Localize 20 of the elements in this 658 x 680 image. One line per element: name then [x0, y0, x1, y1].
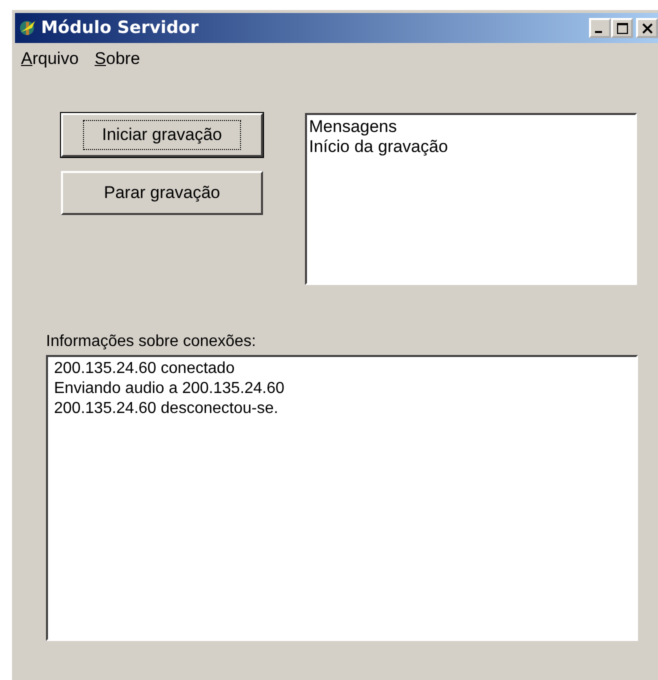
connections-label: Informações sobre conexões:: [46, 333, 257, 351]
message-line: Início da gravação: [309, 137, 449, 157]
action-button[interactable]: Parar gravação: [61, 171, 263, 215]
minimize-button[interactable]: [589, 18, 611, 38]
close-button[interactable]: [636, 18, 658, 38]
maximize-icon: [616, 22, 628, 34]
minimize-icon: [595, 31, 602, 33]
connection-line: 200.135.24.60 desconectou-se.: [54, 399, 280, 419]
connection-line: 200.135.24.60 conectado: [54, 359, 236, 379]
message-line: Mensagens: [309, 117, 398, 137]
app-icon: [19, 19, 37, 37]
close-icon: [642, 22, 652, 34]
menu-item[interactable]: Arquivo: [21, 49, 79, 69]
action-button[interactable]: Iniciar gravação: [61, 113, 263, 157]
menu-item[interactable]: Sobre: [94, 49, 140, 69]
maximize-button[interactable]: [611, 18, 633, 38]
connections-box[interactable]: 200.135.24.60 conectado Enviando audio a 200.135.24.60 200.135.24.60 desconectou-se.: [46, 355, 638, 641]
connection-line: Enviando audio a 200.135.24.60: [54, 379, 286, 399]
window-title: Módulo Servidor: [41, 18, 199, 38]
messages-box[interactable]: Mensagens Início da gravação: [305, 113, 637, 285]
